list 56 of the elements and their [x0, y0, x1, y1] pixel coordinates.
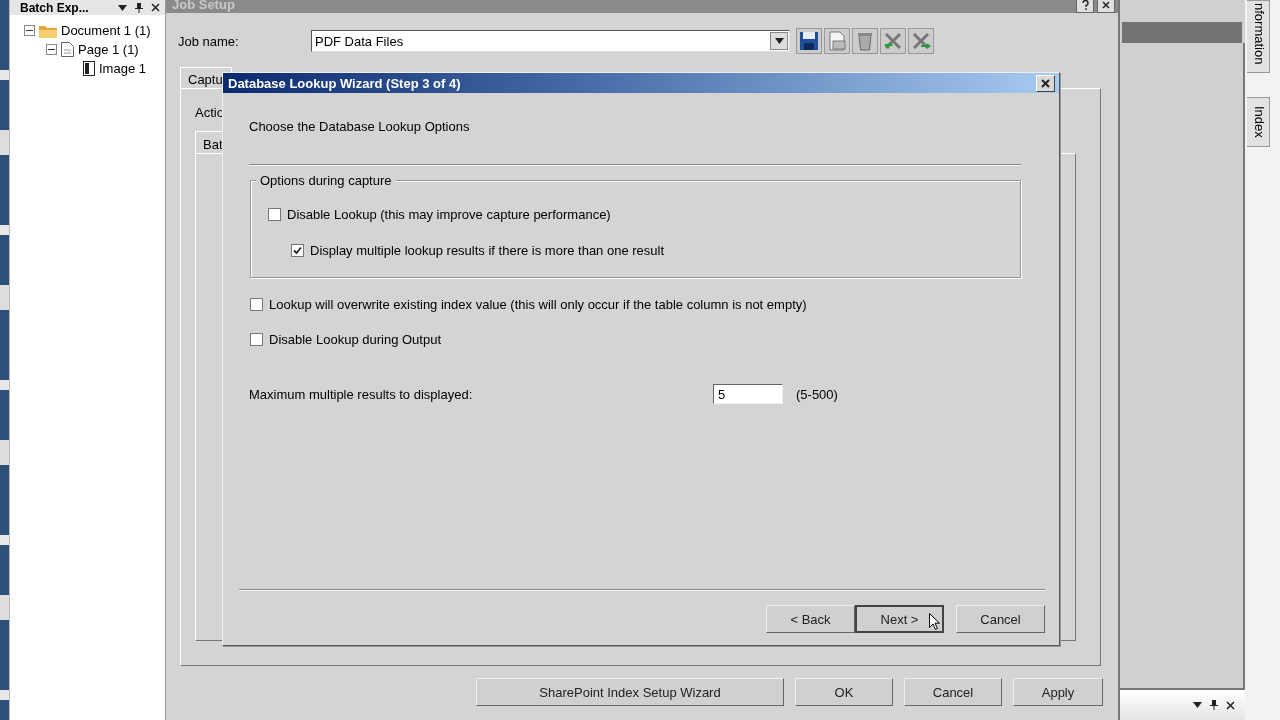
checkbox-label[interactable]: Lookup will overwrite existing index value (this will only occur if the table column is not empty) — [269, 297, 807, 312]
checkbox-label[interactable]: Disable Lookup during Output — [269, 332, 441, 347]
job-name-dropdown[interactable]: PDF Data Files — [311, 30, 790, 52]
folder-icon — [39, 23, 57, 38]
document-icon — [827, 31, 847, 51]
dropdown-icon[interactable] — [118, 4, 127, 11]
pin-icon[interactable] — [1209, 700, 1218, 710]
close-icon[interactable] — [1225, 700, 1235, 710]
window-title: Job Setup — [172, 0, 236, 12]
dropdown-icon[interactable] — [1192, 702, 1202, 708]
tree-item[interactable]: Document 1 (1) — [61, 23, 151, 38]
wizard-button[interactable]: < Back — [766, 605, 855, 633]
group-title: Options during capture — [256, 173, 396, 188]
tree-item[interactable]: Image 1 — [99, 61, 146, 76]
wizard-button[interactable]: Next > — [855, 605, 944, 633]
save-icon — [799, 31, 819, 51]
wizard-button[interactable]: Cancel — [956, 605, 1045, 633]
close-icon — [1041, 78, 1050, 88]
dropdown-icon[interactable] — [774, 38, 784, 44]
help-button[interactable] — [1076, 0, 1094, 13]
cursor-icon — [929, 613, 940, 630]
dialog-button[interactable]: OK — [795, 678, 893, 706]
collapse-icon[interactable] — [26, 27, 33, 34]
tools-icon — [883, 31, 903, 51]
image-icon — [83, 61, 95, 76]
field-label: Job name: — [178, 33, 240, 49]
checkbox[interactable] — [250, 333, 263, 346]
checkbox[interactable] — [268, 208, 281, 221]
step-heading: Choose the Database Lookup Options — [249, 119, 470, 134]
dialog-button[interactable]: Cancel — [904, 678, 1002, 706]
save-button[interactable] — [796, 28, 822, 54]
checkbox-label[interactable]: Disable Lookup (this may improve capture performance) — [287, 207, 611, 222]
tree-item[interactable]: Page 1 (1) — [78, 42, 139, 57]
checkbox[interactable] — [250, 298, 263, 311]
collapse-icon[interactable] — [48, 46, 55, 53]
import-button[interactable] — [880, 28, 906, 54]
close-icon — [1102, 0, 1110, 9]
dialog-button[interactable]: Apply — [1013, 678, 1103, 706]
range-hint: (5-500) — [796, 386, 838, 402]
dialog-button[interactable]: SharePoint Index Setup Wizard — [476, 678, 784, 706]
delete-button[interactable] — [852, 28, 878, 54]
panel-title: Batch Exp... — [20, 0, 90, 15]
page-icon — [61, 42, 74, 57]
close-icon[interactable] — [151, 3, 160, 12]
help-icon — [1081, 0, 1089, 10]
checkbox[interactable] — [291, 244, 304, 257]
tools-icon — [911, 31, 931, 51]
max-results-field[interactable]: 5 — [713, 384, 783, 404]
export-button[interactable] — [908, 28, 934, 54]
close-button[interactable] — [1097, 0, 1115, 13]
pin-icon[interactable] — [135, 2, 143, 13]
trash-icon — [855, 31, 875, 51]
side-tab[interactable]: nformation — [1246, 0, 1270, 74]
checkbox-label[interactable]: Display multiple lookup results if there is more than one result — [310, 243, 665, 258]
side-tab[interactable]: Index — [1246, 97, 1270, 148]
field-label: Maximum multiple results to displayed: — [249, 386, 474, 402]
